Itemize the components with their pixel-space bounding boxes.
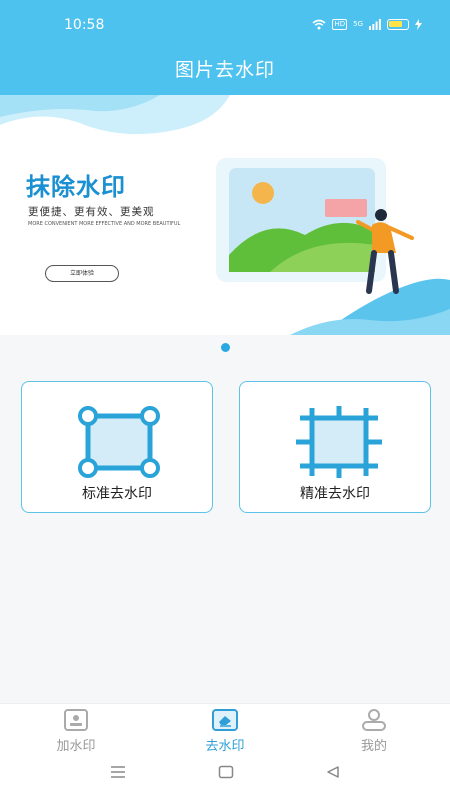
status-icons: HD 5G (312, 18, 422, 30)
card-label: 标准去水印 (82, 486, 152, 502)
tab-label: 去水印 (205, 739, 245, 754)
battery-icon (387, 18, 409, 30)
wifi-icon (312, 19, 326, 29)
banner-english-text: MORE CONVENIENT MORE EFFECTIVE AND MORE … (28, 221, 181, 227)
status-time: 10:58 (64, 17, 105, 33)
try-now-button[interactable]: 立即体验 (45, 265, 119, 282)
tab-label: 加水印 (56, 739, 96, 754)
banner-heading: 抹除水印 (26, 173, 126, 201)
bottom-nav: 加水印 去水印 我的 (0, 703, 450, 761)
charging-icon (415, 18, 422, 30)
back-icon[interactable] (325, 765, 341, 779)
status-bar: 10:58 HD 5G (0, 0, 450, 48)
signal-icon (369, 18, 381, 30)
top-bar: 10:58 HD 5G 图片去水印 (0, 0, 450, 95)
add-watermark-icon (64, 709, 88, 731)
tab-profile[interactable]: 我的 (334, 708, 414, 754)
tab-remove-watermark[interactable]: 去水印 (185, 708, 265, 754)
page-title: 图片去水印 (174, 59, 275, 81)
carousel-indicator[interactable] (221, 343, 230, 352)
remove-watermark-icon (212, 709, 238, 731)
network-label: 5G (353, 20, 363, 28)
home-icon[interactable] (218, 765, 234, 779)
hd-icon: HD (332, 18, 348, 30)
standard-crop-icon (78, 406, 160, 478)
banner-subtitle: 更便捷、更有效、更美观 (28, 206, 155, 218)
tab-add-watermark[interactable]: 加水印 (36, 708, 116, 754)
menu-icon[interactable] (110, 765, 126, 779)
card-label: 精准去水印 (300, 486, 370, 502)
precise-watermark-removal-card[interactable]: 精准去水印 (239, 381, 431, 513)
profile-icon (362, 709, 386, 731)
promo-banner[interactable]: 抹除水印 更便捷、更有效、更美观 MORE CONVENIENT MORE EF… (0, 95, 450, 335)
precise-crop-icon (296, 406, 382, 478)
standard-watermark-removal-card[interactable]: 标准去水印 (21, 381, 213, 513)
tab-label: 我的 (360, 739, 387, 754)
system-nav-bar (0, 761, 450, 785)
